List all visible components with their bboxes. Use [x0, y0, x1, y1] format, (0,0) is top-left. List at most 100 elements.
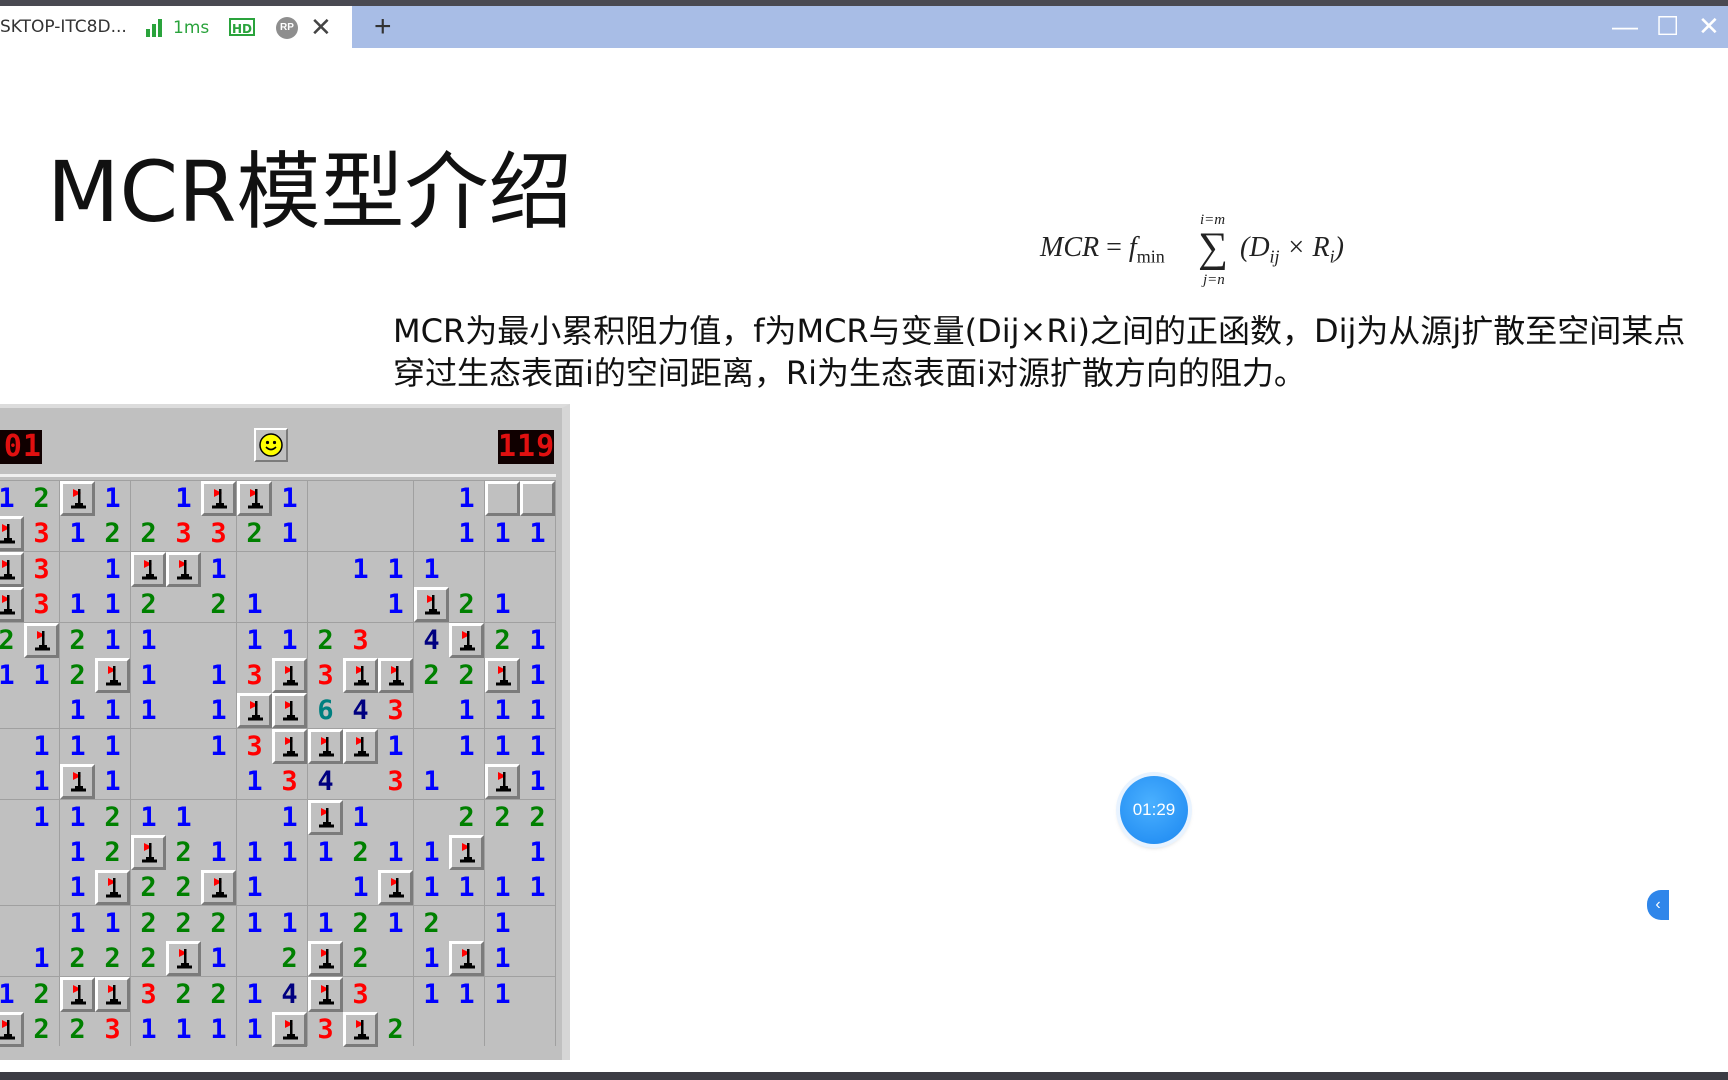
number-cell[interactable]: 1: [378, 835, 413, 870]
empty-cell[interactable]: [414, 693, 449, 728]
number-cell[interactable]: 1: [485, 977, 520, 1012]
number-cell[interactable]: 2: [449, 658, 484, 693]
empty-cell[interactable]: [378, 800, 413, 835]
flagged-cell[interactable]: [449, 623, 484, 658]
number-cell[interactable]: 2: [60, 941, 95, 976]
number-cell[interactable]: 1: [60, 835, 95, 870]
number-cell[interactable]: 3: [166, 516, 201, 551]
number-cell[interactable]: 1: [414, 835, 449, 870]
flagged-cell[interactable]: [60, 764, 95, 799]
flagged-cell[interactable]: [272, 1012, 307, 1047]
empty-cell[interactable]: [343, 764, 378, 799]
number-cell[interactable]: 1: [449, 977, 484, 1012]
flagged-cell[interactable]: [308, 977, 343, 1012]
number-cell[interactable]: 1: [60, 906, 95, 941]
number-cell[interactable]: 1: [414, 977, 449, 1012]
flagged-cell[interactable]: [343, 1012, 378, 1047]
minefield-grid[interactable]: 1211113122332111131111131122112122111123…: [0, 480, 556, 1047]
empty-cell[interactable]: [308, 587, 343, 622]
number-cell[interactable]: 1: [95, 764, 130, 799]
flagged-cell[interactable]: [95, 977, 130, 1012]
number-cell[interactable]: 1: [95, 693, 130, 728]
number-cell[interactable]: 1: [308, 906, 343, 941]
number-cell[interactable]: 1: [272, 516, 307, 551]
empty-cell[interactable]: [308, 481, 343, 516]
number-cell[interactable]: 2: [166, 870, 201, 905]
number-cell[interactable]: 1: [449, 516, 484, 551]
flagged-cell[interactable]: [24, 623, 59, 658]
number-cell[interactable]: 1: [95, 729, 130, 764]
number-cell[interactable]: 3: [378, 764, 413, 799]
empty-cell[interactable]: [0, 941, 24, 976]
number-cell[interactable]: 1: [343, 800, 378, 835]
number-cell[interactable]: 1: [414, 941, 449, 976]
number-cell[interactable]: 1: [378, 587, 413, 622]
number-cell[interactable]: 6: [308, 693, 343, 728]
number-cell[interactable]: 1: [414, 764, 449, 799]
number-cell[interactable]: 1: [201, 658, 236, 693]
flagged-cell[interactable]: [272, 729, 307, 764]
number-cell[interactable]: 1: [60, 693, 95, 728]
number-cell[interactable]: 2: [414, 906, 449, 941]
flagged-cell[interactable]: [414, 587, 449, 622]
number-cell[interactable]: 1: [0, 977, 24, 1012]
number-cell[interactable]: 1: [95, 623, 130, 658]
empty-cell[interactable]: [24, 906, 59, 941]
flagged-cell[interactable]: [378, 870, 413, 905]
number-cell[interactable]: 1: [131, 623, 166, 658]
number-cell[interactable]: 2: [449, 587, 484, 622]
number-cell[interactable]: 2: [308, 623, 343, 658]
number-cell[interactable]: 2: [60, 1012, 95, 1047]
number-cell[interactable]: 1: [60, 729, 95, 764]
flagged-cell[interactable]: [308, 800, 343, 835]
empty-cell[interactable]: [237, 800, 272, 835]
flagged-cell[interactable]: [378, 658, 413, 693]
flagged-cell[interactable]: [485, 764, 520, 799]
flagged-cell[interactable]: [95, 658, 130, 693]
empty-cell[interactable]: [272, 870, 307, 905]
number-cell[interactable]: 1: [95, 587, 130, 622]
number-cell[interactable]: 1: [485, 941, 520, 976]
empty-cell[interactable]: [131, 481, 166, 516]
empty-cell[interactable]: [272, 552, 307, 587]
number-cell[interactable]: 1: [520, 516, 555, 551]
number-cell[interactable]: 2: [485, 623, 520, 658]
number-cell[interactable]: 4: [414, 623, 449, 658]
number-cell[interactable]: 1: [166, 800, 201, 835]
number-cell[interactable]: 1: [272, 835, 307, 870]
empty-cell[interactable]: [201, 800, 236, 835]
number-cell[interactable]: 1: [449, 481, 484, 516]
empty-cell[interactable]: [520, 941, 555, 976]
number-cell[interactable]: 1: [131, 693, 166, 728]
empty-cell[interactable]: [24, 835, 59, 870]
number-cell[interactable]: 1: [24, 764, 59, 799]
empty-cell[interactable]: [308, 516, 343, 551]
number-cell[interactable]: 1: [343, 552, 378, 587]
flagged-cell[interactable]: [343, 658, 378, 693]
number-cell[interactable]: 1: [485, 587, 520, 622]
empty-cell[interactable]: [520, 906, 555, 941]
window-close-icon[interactable]: ✕: [1698, 10, 1720, 42]
number-cell[interactable]: 1: [414, 552, 449, 587]
covered-cell[interactable]: [485, 481, 520, 516]
number-cell[interactable]: 3: [237, 729, 272, 764]
empty-cell[interactable]: [485, 552, 520, 587]
empty-cell[interactable]: [449, 764, 484, 799]
number-cell[interactable]: 1: [272, 623, 307, 658]
number-cell[interactable]: 2: [131, 941, 166, 976]
number-cell[interactable]: 2: [24, 481, 59, 516]
number-cell[interactable]: 1: [60, 870, 95, 905]
number-cell[interactable]: 1: [60, 516, 95, 551]
number-cell[interactable]: 1: [237, 587, 272, 622]
empty-cell[interactable]: [0, 870, 24, 905]
empty-cell[interactable]: [201, 764, 236, 799]
number-cell[interactable]: 2: [0, 623, 24, 658]
number-cell[interactable]: 3: [343, 623, 378, 658]
empty-cell[interactable]: [449, 1012, 484, 1047]
empty-cell[interactable]: [166, 623, 201, 658]
empty-cell[interactable]: [308, 552, 343, 587]
number-cell[interactable]: 3: [201, 516, 236, 551]
flagged-cell[interactable]: [272, 693, 307, 728]
number-cell[interactable]: 1: [237, 835, 272, 870]
empty-cell[interactable]: [520, 587, 555, 622]
